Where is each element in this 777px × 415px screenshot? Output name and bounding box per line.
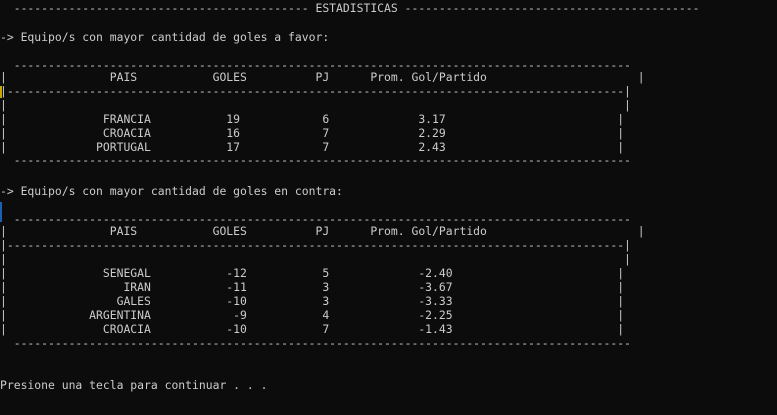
- table-blank-row-favor: | |: [0, 98, 631, 112]
- section-title-contra: -> Equipo/s con mayor cantidad de goles …: [0, 184, 343, 198]
- statistics-header: ----------------------------------------…: [0, 1, 700, 15]
- cursor-marker: [0, 86, 2, 98]
- table-row: | GALES -10 3 -3.33 |: [0, 294, 625, 308]
- table-row: | IRAN -11 3 -3.67 |: [0, 280, 625, 294]
- table-divider-favor: |---------------------------------------…: [0, 84, 631, 98]
- table-blank-row-contra: | |: [0, 252, 631, 266]
- section-title-favor: -> Equipo/s con mayor cantidad de goles …: [0, 30, 330, 44]
- table-row: | FRANCIA 19 6 3.17 |: [0, 112, 625, 126]
- table-header-row-favor: | PAIS GOLES PJ Prom. Gol/Partido |: [0, 70, 645, 84]
- table-row: | CROACIA 16 7 2.29 |: [0, 126, 625, 140]
- table-row: | ARGENTINA -9 4 -2.25 |: [0, 308, 625, 322]
- table-header-row-contra: | PAIS GOLES PJ Prom. Gol/Partido |: [0, 224, 645, 238]
- console-window[interactable]: ----------------------------------------…: [0, 0, 777, 415]
- table-row: | SENEGAL -12 5 -2.40 |: [0, 266, 625, 280]
- table-border-bottom-favor: ----------------------------------------…: [0, 153, 631, 167]
- table-divider-contra: |---------------------------------------…: [0, 238, 631, 252]
- continue-prompt: Presione una tecla para continuar . . .: [0, 378, 268, 392]
- text-cursor: [0, 202, 2, 222]
- table-row: | PORTUGAL 17 7 2.43 |: [0, 140, 625, 154]
- table-border-bottom-contra: ----------------------------------------…: [0, 336, 631, 350]
- table-row: | CROACIA -10 7 -1.43 |: [0, 322, 625, 336]
